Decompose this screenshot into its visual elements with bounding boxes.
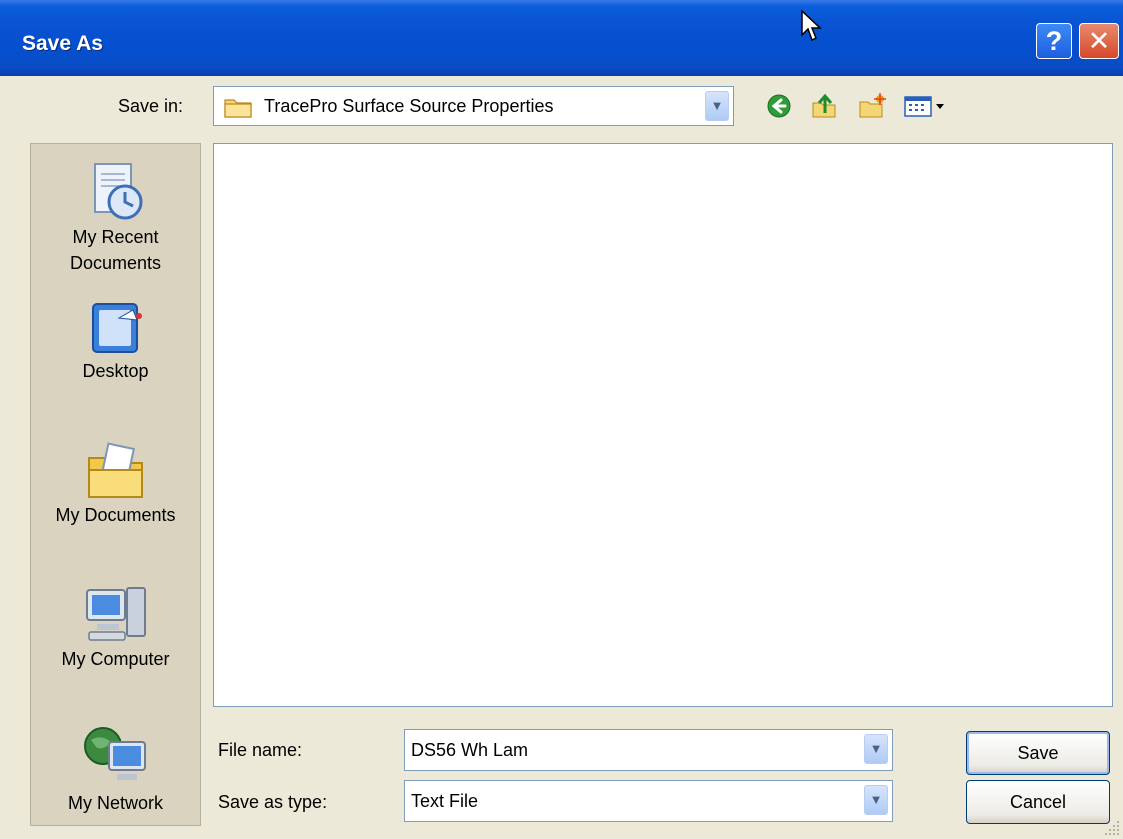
chevron-down-icon[interactable]: ▼ bbox=[705, 91, 729, 121]
save-button[interactable]: Save bbox=[966, 731, 1110, 775]
save-as-type-label: Save as type: bbox=[218, 792, 328, 812]
file-name-label: File name: bbox=[218, 740, 303, 760]
views-menu-icon[interactable] bbox=[903, 93, 947, 119]
my-documents-icon bbox=[87, 442, 143, 498]
cancel-button[interactable]: Cancel bbox=[966, 780, 1110, 824]
save-in-dropdown[interactable]: TracePro Surface Source Properties ▼ bbox=[213, 86, 734, 126]
close-button[interactable]: ✕ bbox=[1079, 23, 1119, 59]
file-name-field[interactable]: DS56 Wh Lam ▼ bbox=[404, 729, 893, 771]
chevron-down-icon[interactable]: ▼ bbox=[864, 785, 888, 815]
place-label: My Network bbox=[67, 793, 163, 813]
save-in-label: Save in: bbox=[118, 96, 184, 116]
mouse-cursor-icon bbox=[801, 9, 822, 42]
my-computer-icon bbox=[85, 587, 146, 641]
up-folder-icon[interactable] bbox=[810, 93, 838, 119]
place-my-documents[interactable]: My Documents bbox=[31, 442, 200, 528]
save-in-value: TracePro Surface Source Properties bbox=[264, 96, 554, 116]
place-desktop[interactable]: Desktop bbox=[31, 300, 200, 384]
new-folder-icon[interactable] bbox=[858, 93, 886, 119]
place-label: Desktop bbox=[82, 361, 149, 381]
places-bar: My Recent Documents Desktop My Documents… bbox=[30, 143, 201, 826]
place-my-recent-documents[interactable]: My Recent Documents bbox=[31, 158, 200, 276]
help-button[interactable]: ? bbox=[1036, 23, 1072, 59]
chevron-down-icon[interactable]: ▼ bbox=[864, 734, 888, 764]
place-my-computer[interactable]: My Computer bbox=[31, 584, 200, 672]
place-label: My Computer bbox=[61, 649, 170, 669]
resize-grip-icon[interactable] bbox=[1101, 817, 1121, 837]
file-list-view[interactable] bbox=[213, 143, 1113, 707]
file-name-value: DS56 Wh Lam bbox=[411, 740, 529, 760]
recent-documents-icon bbox=[93, 163, 142, 220]
my-network-icon bbox=[83, 727, 146, 780]
place-label: My Documents bbox=[55, 505, 176, 525]
back-icon[interactable] bbox=[766, 93, 792, 119]
place-my-network[interactable]: My Network bbox=[31, 724, 200, 816]
save-as-type-value: Text File bbox=[411, 791, 479, 811]
window-title: Save As bbox=[22, 32, 103, 55]
desktop-icon bbox=[91, 303, 142, 353]
title-bar: Save As ? ✕ bbox=[0, 0, 1123, 76]
save-as-type-dropdown[interactable]: Text File ▼ bbox=[404, 780, 893, 822]
place-label: Documents bbox=[69, 253, 162, 273]
place-label: My Recent bbox=[72, 227, 159, 247]
folder-icon bbox=[224, 99, 252, 118]
